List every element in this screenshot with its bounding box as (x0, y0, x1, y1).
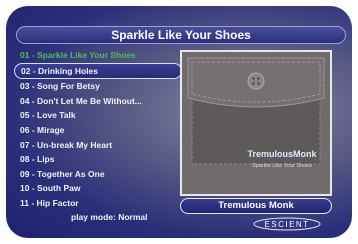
artist-name: Tremulous Monk (180, 198, 332, 214)
track-item[interactable]: 10 - South Paw (14, 181, 182, 196)
track-item[interactable]: 07 - Un-break My Heart (14, 138, 182, 153)
album-art-image: TremulousMonk Sparkle Like Your Shoes (182, 52, 330, 194)
track-item[interactable]: 03 - Song For Betsy (14, 79, 182, 94)
track-item[interactable]: 11 - Hip Factor (14, 196, 182, 211)
escient-logo: ESCIENT (253, 217, 321, 231)
art-artist-text: TremulousMonk (247, 149, 317, 159)
track-list: 01 - Sparkle Like Your Shoes 02 - Drinki… (14, 48, 182, 211)
button-icon (247, 72, 265, 90)
track-item[interactable]: 06 - Mirage (14, 123, 182, 138)
track-item-selected[interactable]: 02 - Drinking Holes (14, 62, 182, 80)
art-album-text: Sparkle Like Your Shoes (252, 163, 312, 169)
track-item-playing[interactable]: 01 - Sparkle Like Your Shoes (14, 48, 182, 63)
track-item[interactable]: 08 - Lips (14, 152, 182, 167)
play-mode-status[interactable]: play mode: Normal (71, 212, 148, 222)
album-title: Sparkle Like Your Shoes (16, 26, 346, 44)
logo-text: ESCIENT (264, 220, 309, 229)
track-item[interactable]: 05 - Love Talk (14, 108, 182, 123)
album-art: TremulousMonk Sparkle Like Your Shoes (180, 50, 332, 196)
track-item[interactable]: 09 - Together As One (14, 167, 182, 182)
player-screen: Sparkle Like Your Shoes 01 - Sparkle Lik… (6, 6, 352, 238)
track-item[interactable]: 04 - Don't Let Me Be Without... (14, 94, 182, 109)
